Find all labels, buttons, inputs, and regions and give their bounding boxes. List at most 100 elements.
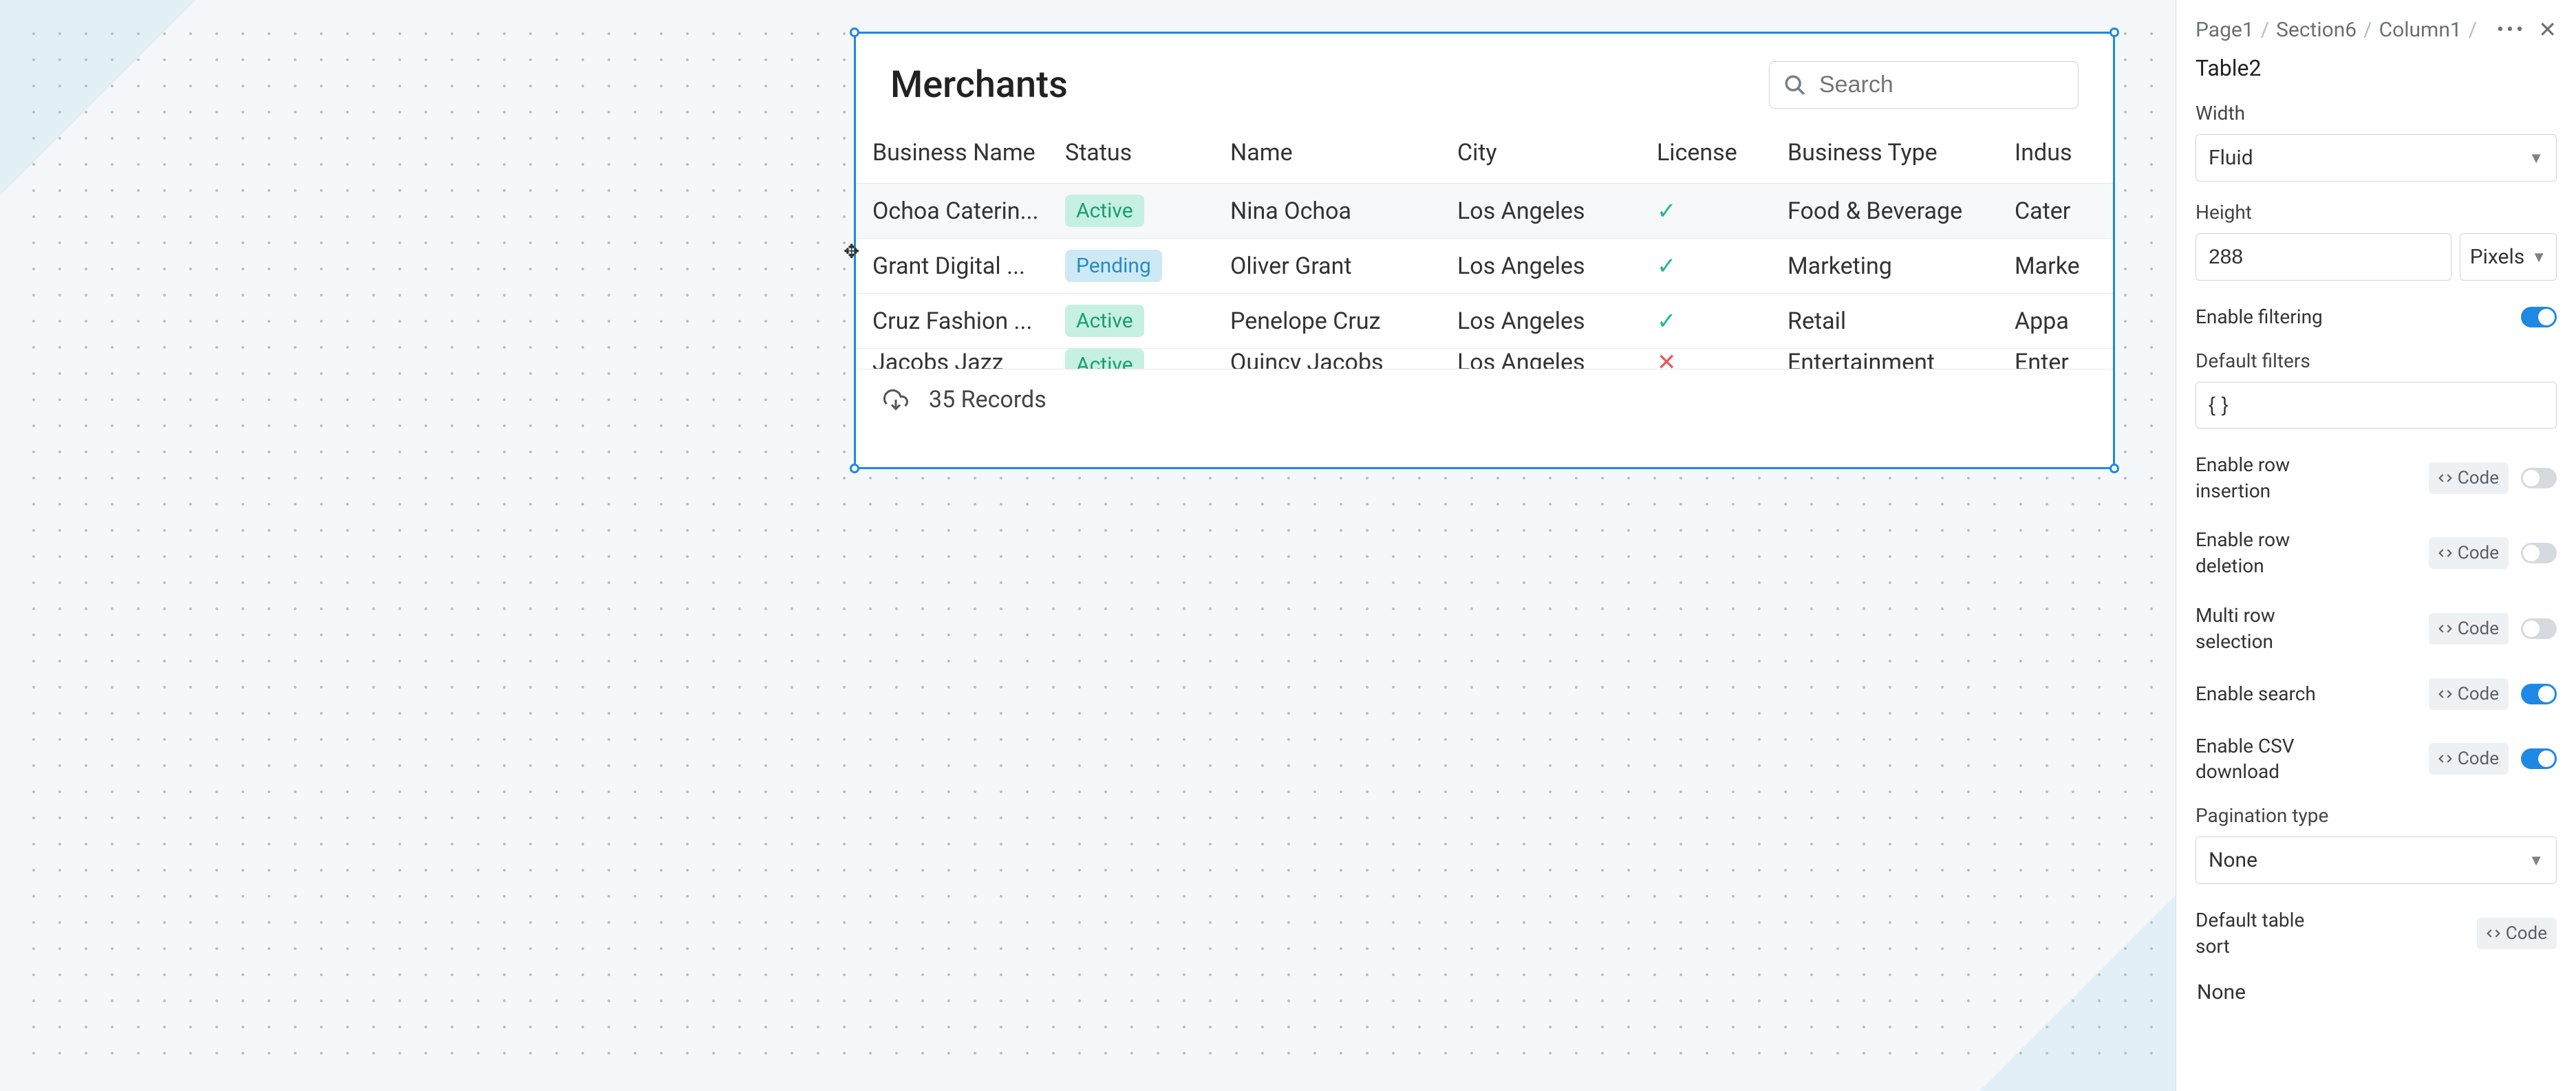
enable-filtering-toggle[interactable]: [2521, 307, 2557, 327]
col-license[interactable]: License: [1657, 139, 1788, 166]
search-box[interactable]: [1769, 61, 2079, 109]
cell-name: Nina Ochoa: [1230, 197, 1457, 225]
properties-panel: Page1/ Section6/ Column1/ ••• ✕ Table2 W…: [2176, 0, 2576, 1091]
table-title: Merchants: [890, 63, 1068, 107]
col-business-type[interactable]: Business Type: [1788, 139, 2015, 166]
breadcrumb: Page1/ Section6/ Column1/: [2196, 18, 2477, 42]
col-status[interactable]: Status: [1065, 139, 1230, 166]
resize-handle-tl[interactable]: [850, 28, 859, 37]
resize-handle-tr[interactable]: [2110, 28, 2119, 37]
enable-filtering-label: Enable filtering: [2196, 304, 2323, 330]
col-city[interactable]: City: [1457, 139, 1657, 166]
enable-row-insertion-label: Enable row insertion: [2196, 452, 2333, 504]
enable-search-toggle[interactable]: [2521, 684, 2557, 704]
col-business-name[interactable]: Business Name: [872, 139, 1065, 166]
status-badge: Active: [1065, 349, 1144, 369]
component-name: Table2: [2196, 55, 2557, 81]
pagination-label: Pagination type: [2196, 804, 2557, 827]
default-sort-select[interactable]: None: [2196, 969, 2557, 1015]
enable-row-deletion-label: Enable row deletion: [2196, 527, 2333, 579]
enable-search-label: Enable search: [2196, 681, 2316, 707]
height-unit-select[interactable]: Pixels ▼: [2460, 233, 2557, 281]
move-handle-icon[interactable]: ✥: [844, 240, 859, 263]
check-icon: ✓: [1657, 252, 1677, 280]
height-input[interactable]: [2196, 233, 2451, 281]
multi-row-selection-label: Multi row selection: [2196, 603, 2333, 655]
col-name[interactable]: Name: [1230, 139, 1457, 166]
close-icon[interactable]: ✕: [2538, 17, 2557, 43]
code-chip[interactable]: Code: [2429, 537, 2509, 569]
crumb-section[interactable]: Section6: [2276, 18, 2357, 42]
chevron-down-icon: ▼: [2531, 248, 2546, 266]
code-chip[interactable]: Code: [2429, 678, 2509, 710]
width-label: Width: [2196, 102, 2557, 125]
code-chip[interactable]: Code: [2429, 613, 2509, 645]
cell-city: Los Angeles: [1457, 252, 1657, 280]
cell-city: Los Angeles: [1457, 197, 1657, 225]
cross-icon: ✕: [1657, 349, 1677, 369]
enable-csv-toggle[interactable]: [2521, 748, 2557, 769]
resize-handle-bl[interactable]: [850, 464, 859, 473]
col-industry[interactable]: Indus: [2015, 139, 2097, 166]
cell-business-name: Ochoa Caterin...: [872, 197, 1065, 225]
height-unit-value: Pixels: [2470, 245, 2525, 269]
crumb-page[interactable]: Page1: [2196, 18, 2254, 42]
cell-name: Penelope Cruz: [1230, 307, 1457, 335]
resize-handle-br[interactable]: [2110, 464, 2119, 473]
default-filters-label: Default filters: [2196, 349, 2557, 372]
code-icon: [2438, 622, 2452, 636]
pagination-select[interactable]: None ▼: [2196, 836, 2557, 884]
status-badge: Pending: [1065, 250, 1162, 282]
data-table: Business Name Status Name City License B…: [856, 122, 2113, 369]
status-badge: Active: [1065, 305, 1144, 337]
cell-business-type: Retail: [1788, 307, 2015, 335]
cell-business-type: Marketing: [1788, 252, 2015, 280]
code-icon: [2487, 927, 2500, 940]
check-icon: ✓: [1657, 307, 1677, 335]
code-icon: [2438, 471, 2452, 485]
table-component[interactable]: ✥ Merchants Business Name Status Name Ci…: [854, 32, 2115, 469]
cell-industry: Enter: [2015, 349, 2097, 369]
cell-city: Los Angeles: [1457, 349, 1657, 369]
code-chip[interactable]: Code: [2429, 462, 2509, 494]
default-sort-value: None: [2197, 980, 2246, 1004]
table-row[interactable]: Jacobs Jazz Active Quincy Jacobs Los Ang…: [856, 348, 2113, 369]
default-filters-input[interactable]: [2196, 382, 2557, 429]
status-badge: Active: [1065, 195, 1144, 227]
table-row[interactable]: Ochoa Caterin... Active Nina Ochoa Los A…: [856, 183, 2113, 238]
table-row[interactable]: Grant Digital ... Pending Oliver Grant L…: [856, 238, 2113, 293]
canvas[interactable]: ✥ Merchants Business Name Status Name Ci…: [0, 0, 2176, 1091]
table-row[interactable]: Cruz Fashion ... Active Penelope Cruz Lo…: [856, 293, 2113, 348]
width-select[interactable]: Fluid ▼: [2196, 134, 2557, 182]
more-icon[interactable]: •••: [2497, 18, 2526, 42]
crumb-column[interactable]: Column1: [2379, 18, 2462, 42]
table-header-row: Business Name Status Name City License B…: [856, 122, 2113, 183]
cell-business-name: Grant Digital ...: [872, 252, 1065, 280]
cell-city: Los Angeles: [1457, 307, 1657, 335]
pagination-value: None: [2209, 848, 2257, 872]
enable-row-deletion-toggle[interactable]: [2521, 543, 2557, 563]
width-value: Fluid: [2209, 146, 2253, 170]
code-icon: [2438, 687, 2452, 701]
table-footer: 35 Records: [856, 369, 2113, 430]
cell-industry: Marke: [2015, 252, 2097, 280]
cell-industry: Appa: [2015, 307, 2097, 335]
code-chip[interactable]: Code: [2429, 743, 2509, 775]
check-icon: ✓: [1657, 197, 1677, 225]
multi-row-selection-toggle[interactable]: [2521, 618, 2557, 639]
cell-name: Oliver Grant: [1230, 252, 1457, 280]
cell-business-name: Jacobs Jazz: [872, 349, 1065, 369]
search-icon: [1783, 74, 1807, 97]
enable-row-insertion-toggle[interactable]: [2521, 468, 2557, 488]
search-input[interactable]: [1819, 72, 2064, 98]
chevron-down-icon: ▼: [2529, 149, 2544, 167]
code-chip[interactable]: Code: [2477, 918, 2557, 949]
cell-business-type: Food & Beverage: [1788, 197, 2015, 225]
chevron-down-icon: ▼: [2529, 852, 2544, 869]
code-icon: [2438, 546, 2452, 560]
cell-business-type: Entertainment: [1788, 349, 2015, 369]
code-icon: [2438, 752, 2452, 766]
cell-industry: Cater: [2015, 197, 2097, 225]
record-count: 35 Records: [929, 386, 1046, 413]
download-icon[interactable]: [883, 387, 908, 412]
